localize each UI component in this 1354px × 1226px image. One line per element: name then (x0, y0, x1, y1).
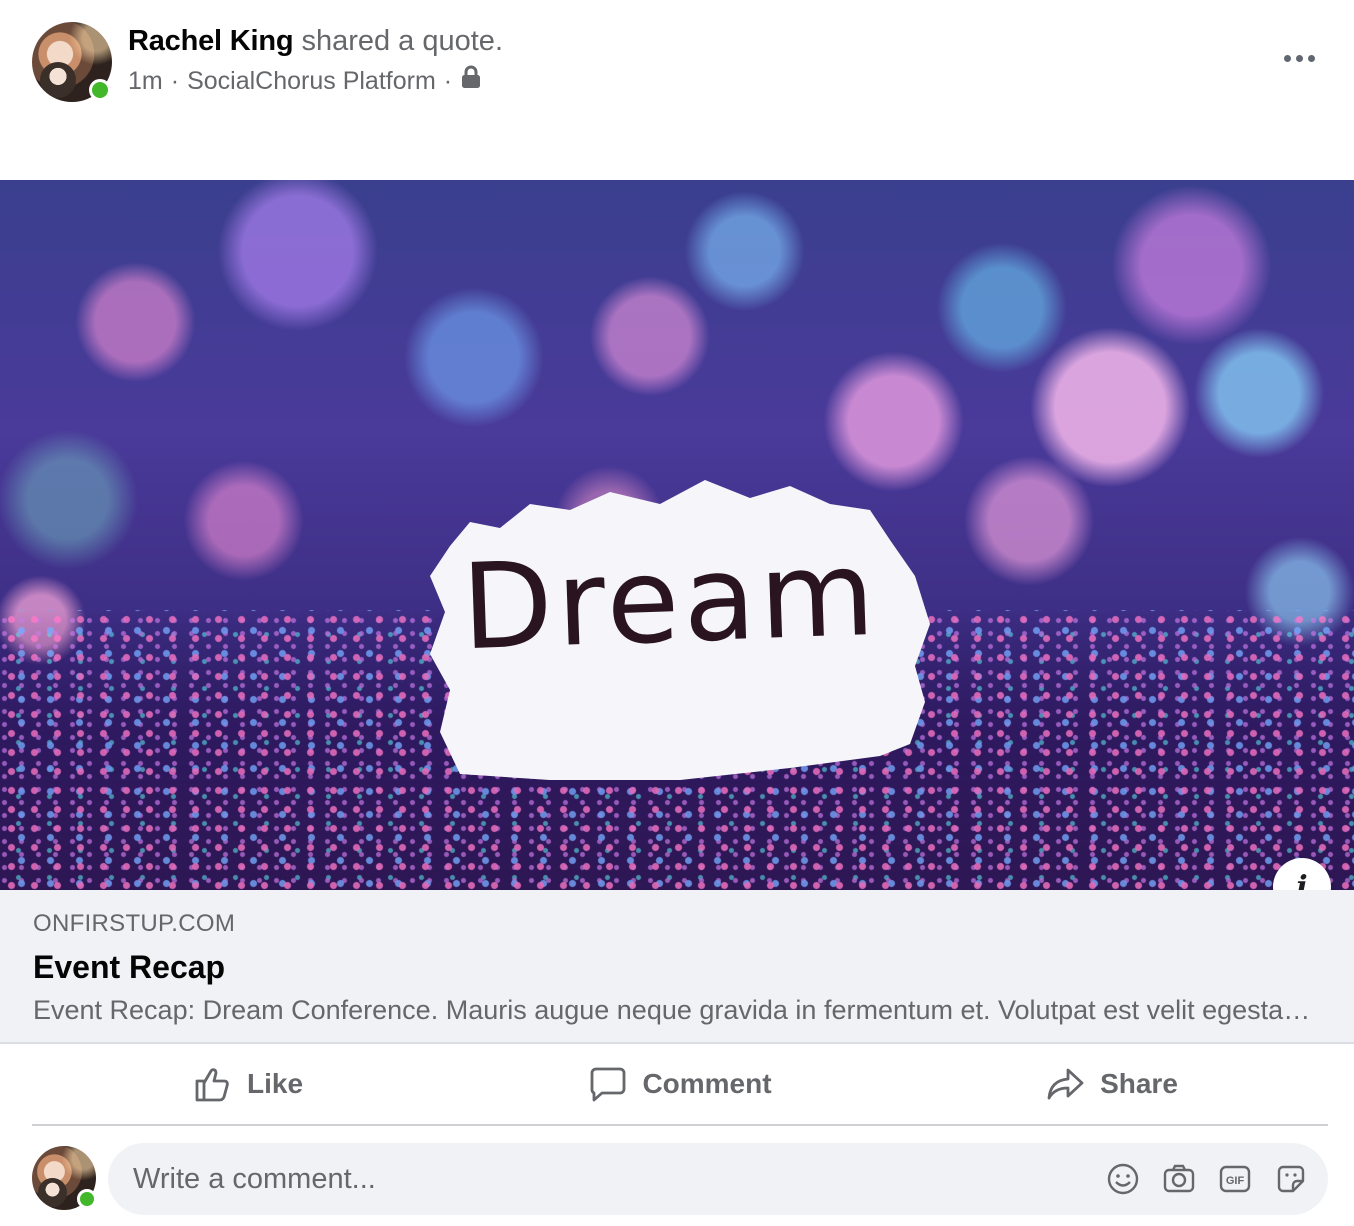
meta-separator: · (443, 67, 453, 95)
comment-tools: GIF (1104, 1160, 1328, 1198)
meta-separator: · (170, 67, 180, 95)
post-meta: 1m · SocialChorus Platform · (128, 64, 482, 98)
like-label: Like (246, 1068, 304, 1099)
author-name[interactable]: Rachel King (128, 25, 294, 57)
more-options-icon[interactable] (1274, 40, 1324, 76)
post-image[interactable]: Dream (0, 180, 1354, 890)
post-platform: SocialChorus Platform (187, 67, 436, 95)
sticker-icon[interactable] (1272, 1160, 1310, 1198)
share-arrow-icon (1047, 1068, 1084, 1100)
avatar-photo-detail (38, 1178, 68, 1207)
online-status-dot (89, 79, 111, 101)
lock-icon (460, 64, 482, 98)
link-title[interactable]: Event Recap (33, 946, 225, 988)
link-domain: ONFIRSTUP.COM (33, 910, 236, 937)
comment-placeholder: Write a comment... (133, 1162, 376, 1195)
post-timestamp[interactable]: 1m (128, 64, 163, 98)
gif-icon[interactable]: GIF (1216, 1160, 1254, 1198)
link-description: Event Recap: Dream Conference. Mauris au… (33, 995, 1323, 1025)
post-author-line: Rachel King shared a quote. (128, 22, 503, 60)
comment-input[interactable]: Write a comment... GIF (108, 1143, 1328, 1215)
like-button[interactable]: Like (32, 1044, 464, 1124)
online-status-dot (77, 1189, 97, 1209)
image-caption-word: Dream (459, 523, 881, 677)
share-button[interactable]: Share (896, 1044, 1328, 1124)
avatar-photo-detail (40, 62, 76, 98)
share-label: Share (1100, 1068, 1178, 1099)
post-action-text: shared a quote. (301, 25, 503, 57)
speech-bubble-icon (591, 1067, 626, 1102)
svg-text:GIF: GIF (1226, 1175, 1245, 1187)
thumbs-up-icon (195, 1068, 229, 1102)
comment-label: Comment (642, 1068, 772, 1099)
emoji-icon[interactable] (1104, 1160, 1142, 1198)
comment-button[interactable]: Comment (464, 1044, 896, 1124)
camera-icon[interactable] (1160, 1160, 1198, 1198)
post-action-bar: Like Comment Share (32, 1044, 1328, 1126)
